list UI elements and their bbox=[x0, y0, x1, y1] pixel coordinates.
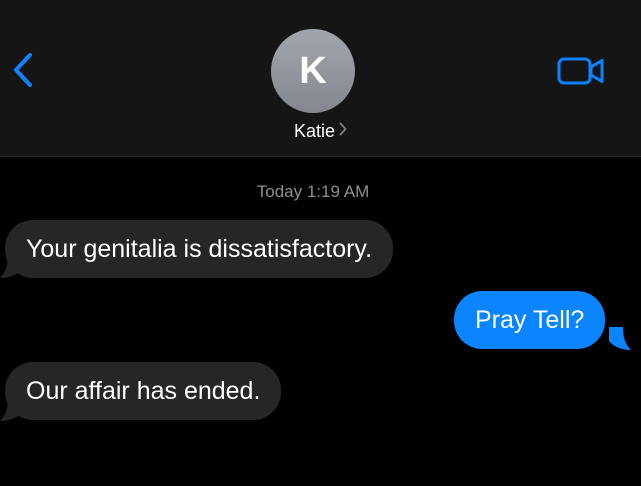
video-call-button[interactable] bbox=[556, 54, 606, 88]
message-text: Pray Tell? bbox=[475, 306, 585, 334]
video-camera-icon bbox=[557, 57, 604, 85]
message-timestamp: Today 1:19 AM bbox=[256, 182, 370, 201]
chevron-right-icon bbox=[339, 120, 347, 141]
message-text: Your genitalia is dissatisfactory. bbox=[26, 235, 373, 263]
contact-name: Katie bbox=[293, 121, 336, 141]
back-button[interactable] bbox=[6, 48, 40, 92]
message-bubble-incoming[interactable]: Your genitalia is dissatisfactory. bbox=[5, 220, 394, 278]
messages-screen: K Katie Today 1:19 AM Your genitalia is … bbox=[0, 0, 641, 486]
chevron-left-icon bbox=[14, 53, 32, 87]
contact-name-button[interactable]: Katie bbox=[0, 121, 641, 142]
message-bubble-outgoing[interactable]: Pray Tell? bbox=[454, 291, 606, 349]
message-text: Our affair has ended. bbox=[26, 377, 261, 405]
message-bubble-incoming[interactable]: Our affair has ended. bbox=[5, 362, 282, 420]
avatar-initial: K bbox=[299, 49, 327, 92]
conversation-header: K Katie bbox=[0, 0, 641, 157]
avatar[interactable]: K bbox=[271, 29, 355, 113]
bubble-tail bbox=[609, 327, 631, 350]
